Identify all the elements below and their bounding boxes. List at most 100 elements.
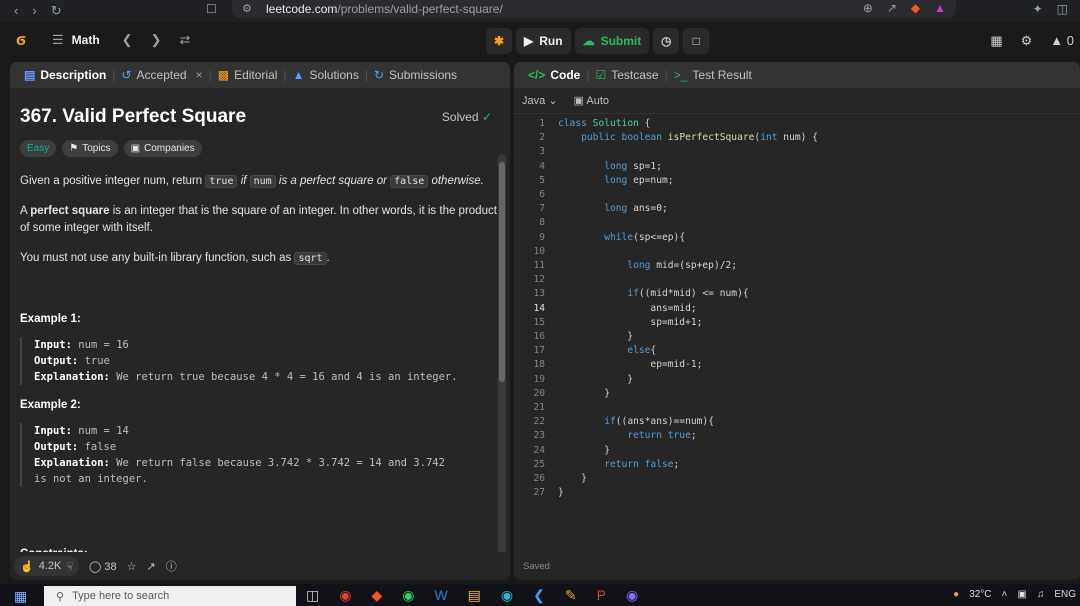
- submit-button[interactable]: ☁ Submit: [574, 28, 650, 54]
- language-indicator[interactable]: ENG: [1054, 589, 1076, 600]
- chevron-up-icon[interactable]: ˄: [1002, 589, 1008, 600]
- editor-toolbar: Java ⌄ ▣ Auto: [514, 88, 1080, 114]
- list-icon[interactable]: ☰: [52, 32, 64, 48]
- settings-gear-icon[interactable]: ⚙: [1021, 33, 1033, 49]
- topics-badge[interactable]: ⚑ Topics: [62, 140, 118, 157]
- os-taskbar: ▦ ⚲ Type here to search ◫ ◉ ◆ ◉ W ▤ ◉ ❮ …: [0, 584, 1080, 606]
- whatsapp-icon[interactable]: ◉: [402, 587, 414, 604]
- shuffle-icon[interactable]: ⇄: [179, 32, 190, 48]
- book-icon: ▩: [217, 68, 230, 82]
- media-icon[interactable]: ◉: [626, 587, 638, 604]
- address-bar[interactable]: ⚙ leetcode.com/problems/valid-perfect-sq…: [232, 0, 956, 18]
- description-footer: ☝ 4.2K ☟ ◯ 38 ☆ ↗ ⓘ: [10, 552, 510, 580]
- weather-icon[interactable]: ●: [953, 589, 959, 600]
- solved-label: Solved: [441, 110, 479, 124]
- comments-button[interactable]: ◯ 38: [89, 560, 117, 573]
- description-scrollbar[interactable]: ▼: [498, 154, 506, 580]
- code-line: 20 }: [533, 387, 610, 399]
- chrome-icon[interactable]: ◉: [339, 587, 351, 604]
- prev-problem-icon[interactable]: ❮: [122, 32, 133, 48]
- powerpoint-icon[interactable]: P: [597, 587, 606, 604]
- pen-icon[interactable]: ✎: [565, 587, 577, 604]
- forward-icon[interactable]: ›: [32, 3, 36, 19]
- reload-icon[interactable]: ↻: [51, 3, 62, 19]
- thumbs-down-icon[interactable]: ☟: [66, 560, 73, 573]
- text: .: [326, 252, 330, 264]
- problem-list-nav: ☰ Math ❮ ❯ ⇄: [52, 32, 190, 48]
- language-select[interactable]: Java ⌄: [522, 94, 558, 107]
- lock-icon: ▣: [573, 95, 584, 107]
- close-tab-icon[interactable]: ×: [196, 68, 203, 82]
- tab-testcase[interactable]: ☑ Testcase: [589, 68, 664, 82]
- share-link-icon[interactable]: ↗: [147, 560, 156, 573]
- tab-test-result-label: Test Result: [692, 68, 752, 82]
- example-explanation: We return true because 4 * 4 = 16 and 4 …: [116, 371, 458, 383]
- code-line: 21: [533, 402, 545, 413]
- task-view-icon[interactable]: ◫: [306, 587, 319, 604]
- tab-submissions[interactable]: ↻ Submissions: [368, 68, 463, 82]
- tab-description[interactable]: ▤ Description: [18, 68, 112, 82]
- extensions-icon[interactable]: ✦: [1033, 2, 1043, 16]
- weather-temp[interactable]: 32°C: [969, 589, 991, 600]
- inline-code: false: [390, 175, 429, 188]
- topics-label: Topics: [82, 143, 111, 154]
- layout-icon[interactable]: ▦: [990, 33, 1002, 49]
- autocomplete-mode[interactable]: ▣ Auto: [574, 94, 610, 107]
- share-icon[interactable]: ↗: [887, 1, 897, 15]
- tab-test-result[interactable]: >_ Test Result: [668, 68, 758, 82]
- text: You must not use any built-in library fu…: [20, 252, 292, 264]
- help-icon[interactable]: ⓘ: [166, 558, 177, 574]
- code-editor[interactable]: 1 class Solution { 2 public boolean isPer…: [514, 114, 1080, 554]
- tab-testcase-label: Testcase: [611, 68, 659, 82]
- back-icon[interactable]: ‹: [14, 3, 18, 19]
- site-settings-icon[interactable]: ⚙: [242, 2, 252, 15]
- code-line: 16 }: [533, 331, 634, 342]
- next-problem-icon[interactable]: ❯: [151, 32, 162, 48]
- streak-fire-icon[interactable]: ▲ 0: [1050, 33, 1074, 49]
- notes-button[interactable]: □: [683, 28, 710, 54]
- taskbar-search[interactable]: ⚲ Type here to search: [44, 586, 296, 606]
- problem-badges: Easy ⚑ Topics ▣ Companies: [20, 140, 500, 157]
- run-button[interactable]: ▶ Run: [516, 28, 571, 54]
- volume-icon[interactable]: ♫: [1037, 589, 1045, 600]
- leetcode-logo-icon[interactable]: ϭ: [16, 30, 34, 50]
- thumbs-up-icon[interactable]: ☝: [20, 560, 34, 573]
- windows-start-icon[interactable]: ▦: [14, 588, 27, 605]
- header-right: ▦ ⚙ ▲ 0: [990, 33, 1074, 49]
- problem-title[interactable]: 367. Valid Perfect Square: [20, 106, 246, 128]
- tab-accepted[interactable]: ↺ Accepted ×: [115, 68, 208, 82]
- scrollbar-thumb[interactable]: [499, 162, 505, 382]
- word-icon[interactable]: W: [434, 587, 447, 604]
- tab-solutions[interactable]: ▲ Solutions: [287, 68, 365, 82]
- timer-button[interactable]: ◷: [653, 28, 680, 54]
- language-value: Java: [522, 95, 546, 107]
- tab-code[interactable]: </> Code: [522, 68, 586, 82]
- edge-icon[interactable]: ◉: [501, 587, 513, 604]
- tab-editorial-label: Editorial: [234, 68, 278, 82]
- code-panel: </> Code | ☑ Testcase | >_ Test Result J…: [514, 62, 1080, 580]
- problem-list-title[interactable]: Math: [72, 33, 100, 47]
- text: otherwise.: [431, 175, 484, 187]
- tab-editorial[interactable]: ▩ Editorial: [212, 68, 284, 82]
- sidebar-icon[interactable]: ◫: [1057, 2, 1068, 16]
- flask-icon: ▲: [292, 68, 305, 82]
- bookmark-icon[interactable]: ☐: [206, 2, 217, 16]
- code-line: 23 return true;: [533, 430, 697, 442]
- code-line: 17 else{: [533, 345, 657, 357]
- play-icon: ▶: [524, 34, 534, 48]
- vscode-icon[interactable]: ❮: [533, 587, 545, 604]
- rewards-icon[interactable]: ▲: [934, 1, 946, 15]
- file-explorer-icon[interactable]: ▤: [468, 587, 481, 604]
- brave-icon[interactable]: ◆: [371, 587, 382, 604]
- network-icon[interactable]: ▣: [1017, 589, 1026, 600]
- run-actions: ✱ ▶ Run ☁ Submit ◷ □: [486, 28, 710, 54]
- brave-shield-icon[interactable]: ◆: [911, 1, 920, 15]
- companies-badge[interactable]: ▣ Companies: [123, 140, 202, 157]
- description-paragraph-3: You must not use any built-in library fu…: [20, 250, 500, 267]
- like-count: 4.2K: [38, 560, 62, 572]
- debug-button[interactable]: ✱: [486, 28, 512, 54]
- star-icon[interactable]: ☆: [127, 560, 137, 573]
- zoom-icon[interactable]: ⊕: [863, 1, 873, 15]
- submissions-history-icon: ↻: [373, 68, 385, 82]
- terminal-icon: >_: [673, 68, 688, 82]
